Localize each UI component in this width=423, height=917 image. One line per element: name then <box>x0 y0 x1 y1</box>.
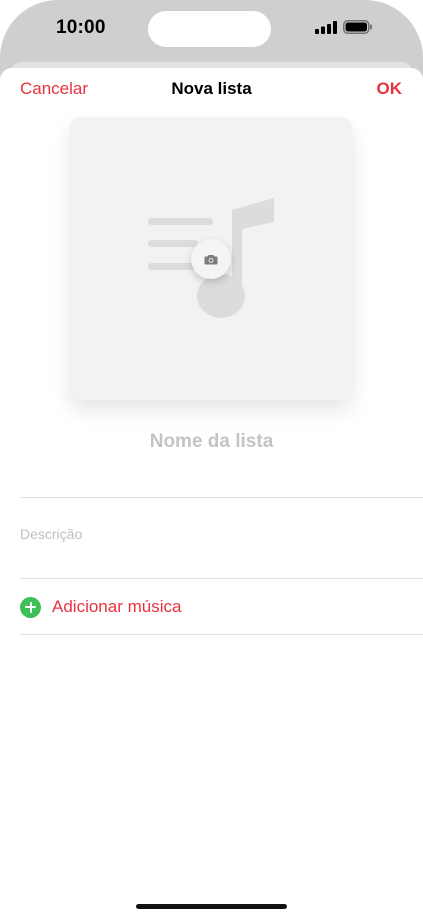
playlist-name-input[interactable]: Nome da lista <box>20 431 403 453</box>
battery-icon <box>343 20 372 34</box>
name-divider <box>20 497 423 498</box>
add-artwork-photo-button[interactable] <box>191 239 231 279</box>
home-indicator <box>136 904 287 909</box>
description-divider <box>20 578 423 579</box>
playlist-artwork-placeholder[interactable] <box>70 118 352 400</box>
page-title: Nova lista <box>171 79 252 98</box>
description-input[interactable]: Descrição <box>20 526 82 542</box>
add-music-divider <box>20 634 423 635</box>
dynamic-island <box>148 11 271 47</box>
plus-circle-icon <box>20 596 41 618</box>
ok-button[interactable]: OK <box>377 79 403 99</box>
camera-icon <box>204 254 218 264</box>
add-music-button[interactable]: Adicionar música <box>20 596 181 618</box>
status-icons <box>315 20 373 34</box>
cellular-signal-icon <box>315 20 337 34</box>
new-playlist-sheet: Cancelar Nova lista OK Nome da lista Des… <box>0 68 423 917</box>
add-music-label: Adicionar música <box>52 597 182 616</box>
navigation-bar: Cancelar Nova lista OK <box>0 68 423 112</box>
status-time: 10:00 <box>56 17 106 38</box>
